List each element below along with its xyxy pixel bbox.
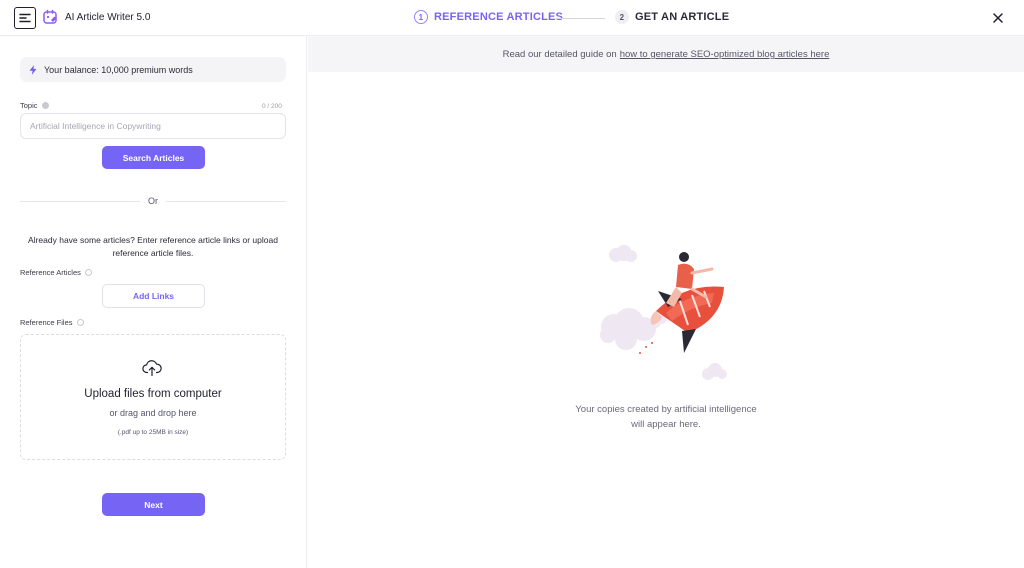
info-icon[interactable] — [41, 102, 49, 109]
seo-guide-link[interactable]: how to generate SEO-optimized blog artic… — [620, 49, 830, 60]
reference-files-label-text: Reference Files — [20, 318, 73, 327]
step-get-an-article[interactable]: 2 GET AN ARTICLE — [615, 10, 729, 24]
balance-banner: Your balance: 10,000 premium words — [20, 57, 286, 82]
step-connector — [555, 18, 605, 19]
next-button[interactable]: Next — [102, 493, 205, 516]
output-panel: Read our detailed guide on how to genera… — [308, 37, 1024, 568]
cloud-upload-icon — [142, 360, 162, 377]
divider-right — [166, 201, 286, 202]
upload-size-limit: (.pdf up to 25MB in size) — [117, 429, 189, 436]
step-1-label: REFERENCE ARTICLES — [434, 11, 564, 23]
app-title: AI Article Writer 5.0 — [65, 12, 151, 23]
add-links-button[interactable]: Add Links — [102, 284, 205, 308]
empty-state-line-2: will appear here. — [631, 419, 701, 430]
upload-title: Upload files from computer — [84, 388, 222, 400]
balance-text: Your balance: 10,000 premium words — [44, 64, 193, 75]
info-icon[interactable] — [84, 269, 92, 276]
reference-articles-label: Reference Articles — [20, 268, 92, 277]
lightning-icon — [29, 64, 37, 75]
topic-input[interactable] — [20, 113, 286, 139]
info-icon[interactable] — [76, 319, 84, 326]
or-separator: Or — [148, 196, 158, 206]
menu-icon — [19, 13, 31, 23]
search-articles-button[interactable]: Search Articles — [102, 146, 205, 169]
file-upload-dropzone[interactable]: Upload files from computer or drag and d… — [20, 334, 286, 460]
step-2-label: GET AN ARTICLE — [635, 11, 730, 23]
reference-instructions: Already have some articles? Enter refere… — [28, 235, 278, 258]
menu-button[interactable] — [14, 7, 36, 29]
ai-writer-logo-icon — [43, 9, 57, 24]
step-2-number: 2 — [615, 10, 629, 24]
upload-subtitle: or drag and drop here — [109, 408, 197, 418]
guide-prefix: Read our detailed guide on — [502, 49, 617, 60]
top-bar: AI Article Writer 5.0 1 REFERENCE ARTICL… — [0, 0, 1024, 36]
divider-left — [20, 201, 140, 202]
rocket-rider-illustration — [600, 245, 727, 380]
left-panel: Your balance: 10,000 premium words Topic… — [0, 37, 307, 568]
topic-char-counter: 0 / 200 — [262, 103, 282, 110]
close-icon[interactable] — [991, 11, 1005, 25]
empty-state-message: Your copies created by artificial intell… — [516, 402, 816, 432]
reference-articles-label-text: Reference Articles — [20, 268, 81, 277]
step-reference-articles[interactable]: 1 REFERENCE ARTICLES — [414, 10, 563, 24]
reference-files-label: Reference Files — [20, 318, 84, 327]
empty-state-line-1: Your copies created by artificial intell… — [575, 404, 757, 415]
step-1-number: 1 — [414, 10, 428, 24]
topic-label-text: Topic — [20, 101, 38, 110]
guide-banner: Read our detailed guide on how to genera… — [308, 37, 1024, 72]
topic-label: Topic — [20, 101, 49, 110]
